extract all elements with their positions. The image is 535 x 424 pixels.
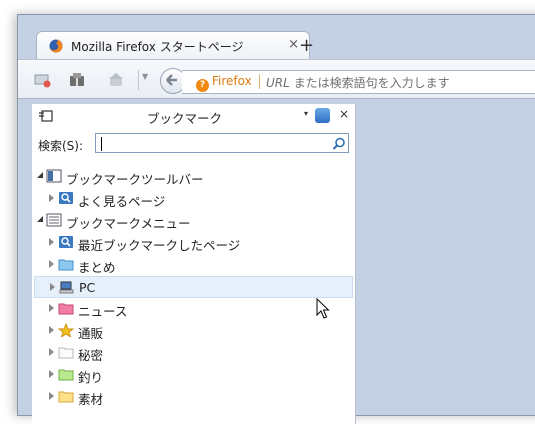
back-arrow-icon — [166, 74, 177, 86]
sidebar-sync-icon[interactable] — [315, 108, 330, 123]
tree-row-label: ニュース — [78, 304, 128, 319]
twisty-closed-icon[interactable] — [49, 348, 54, 356]
url-placeholder-prefix: URL — [266, 76, 290, 90]
tree-row-label: PC — [79, 280, 96, 295]
folder-yellow-icon — [58, 391, 74, 403]
navigation-toolbar: ▼ ? Firefox URL または検索語句を入力します — [18, 59, 535, 99]
toolbar-icon — [46, 169, 62, 183]
search-label: 検索(S): — [38, 139, 84, 153]
tree-row[interactable]: 最近ブックマークしたページ — [34, 232, 353, 254]
text-caret — [101, 137, 102, 151]
search-icon[interactable] — [332, 137, 346, 151]
smart-query-icon — [59, 236, 73, 248]
downloads-icon[interactable] — [68, 72, 86, 88]
mouse-cursor-icon — [316, 298, 330, 319]
tree-row-label: 最近ブックマークしたページ — [78, 238, 241, 253]
tree-row[interactable]: ブックマークメニュー — [34, 210, 353, 232]
tree-row[interactable]: PC — [34, 276, 353, 298]
twisty-closed-icon[interactable] — [49, 392, 54, 400]
home-icon[interactable] — [107, 72, 125, 88]
tab-close-icon[interactable]: × — [288, 37, 299, 52]
sidebar-header: ブックマーク ▾ × — [32, 104, 355, 128]
sidebar-menu-arrow-icon[interactable]: ▾ — [304, 109, 308, 118]
tree-row[interactable]: ブックマークツールバー — [34, 166, 353, 188]
folder-blue-icon — [58, 259, 74, 271]
smart-query-icon — [59, 192, 73, 204]
sidebar-title[interactable]: ブックマーク — [147, 108, 222, 127]
folder-pink-icon — [58, 303, 74, 315]
toolbar-separator — [138, 70, 139, 90]
twisty-closed-icon[interactable] — [49, 370, 54, 378]
tree-row[interactable]: ニュース — [34, 298, 353, 320]
url-placeholder-rest: または検索語句を入力します — [289, 76, 450, 90]
tree-row-label: 釣り — [78, 370, 104, 385]
twisty-closed-icon[interactable] — [49, 326, 54, 334]
tab-strip: Mozilla Firefox スタートページ × + — [18, 15, 535, 60]
tree-row[interactable]: まとめ — [34, 254, 353, 276]
tree-row[interactable]: 秘密 — [34, 342, 353, 364]
tree-row-label: ブックマークツールバー — [66, 172, 204, 187]
bookmarks-sidebar-icon — [39, 110, 53, 122]
menu-icon — [46, 213, 62, 227]
chevron-down-icon[interactable]: ▼ — [142, 72, 148, 81]
tree-row-label: ブックマークメニュー — [66, 216, 191, 231]
browser-window: Mozilla Firefox スタートページ × + ▼ ?Firefox — [17, 14, 535, 424]
identity-separator — [259, 74, 260, 89]
bookmarks-sidebar: ブックマーク ▾ × 検索(S): ブックマークツールバー よく見るページ ブックマ… — [32, 104, 356, 424]
tree-row-label: 秘密 — [78, 348, 104, 363]
tab-start-page[interactable]: Mozilla Firefox スタートページ × — [36, 31, 310, 60]
folder-green-icon — [58, 369, 74, 381]
twisty-closed-icon[interactable] — [49, 260, 54, 268]
identity-label: Firefox — [212, 74, 252, 88]
tree-row[interactable]: よく見るページ — [34, 188, 353, 210]
url-bar[interactable]: ? Firefox URL または検索語句を入力します — [182, 70, 535, 94]
twisty-closed-icon[interactable] — [49, 238, 54, 246]
sync-status-icon[interactable] — [34, 72, 52, 88]
sidebar-close-icon[interactable]: × — [339, 107, 349, 121]
new-tab-button[interactable]: + — [299, 35, 314, 56]
tree-row[interactable]: 通販 — [34, 320, 353, 342]
twisty-closed-icon[interactable] — [49, 194, 54, 202]
folder-white-icon — [58, 347, 74, 359]
tree-row[interactable]: 釣り — [34, 364, 353, 386]
tree-row-label: よく見るページ — [78, 194, 166, 209]
tree-row-label: 素材 — [78, 392, 104, 407]
tree-row-label: 通販 — [78, 326, 104, 341]
twisty-closed-icon[interactable] — [49, 304, 54, 312]
twisty-closed-icon[interactable] — [50, 283, 55, 291]
twisty-open-icon[interactable] — [37, 172, 43, 178]
tab-title: Mozilla Firefox スタートページ — [71, 40, 244, 54]
firefox-icon — [49, 39, 63, 53]
firefox-logo-icon: ? — [196, 79, 209, 92]
bookmark-search-input[interactable] — [95, 133, 349, 153]
tree-row-label: まとめ — [78, 260, 116, 275]
identity-box[interactable]: ? Firefox — [196, 74, 252, 92]
twisty-open-icon[interactable] — [37, 216, 43, 222]
pc-icon — [59, 281, 74, 294]
star-icon — [58, 323, 74, 337]
url-placeholder: URL または検索語句を入力します — [266, 74, 450, 91]
